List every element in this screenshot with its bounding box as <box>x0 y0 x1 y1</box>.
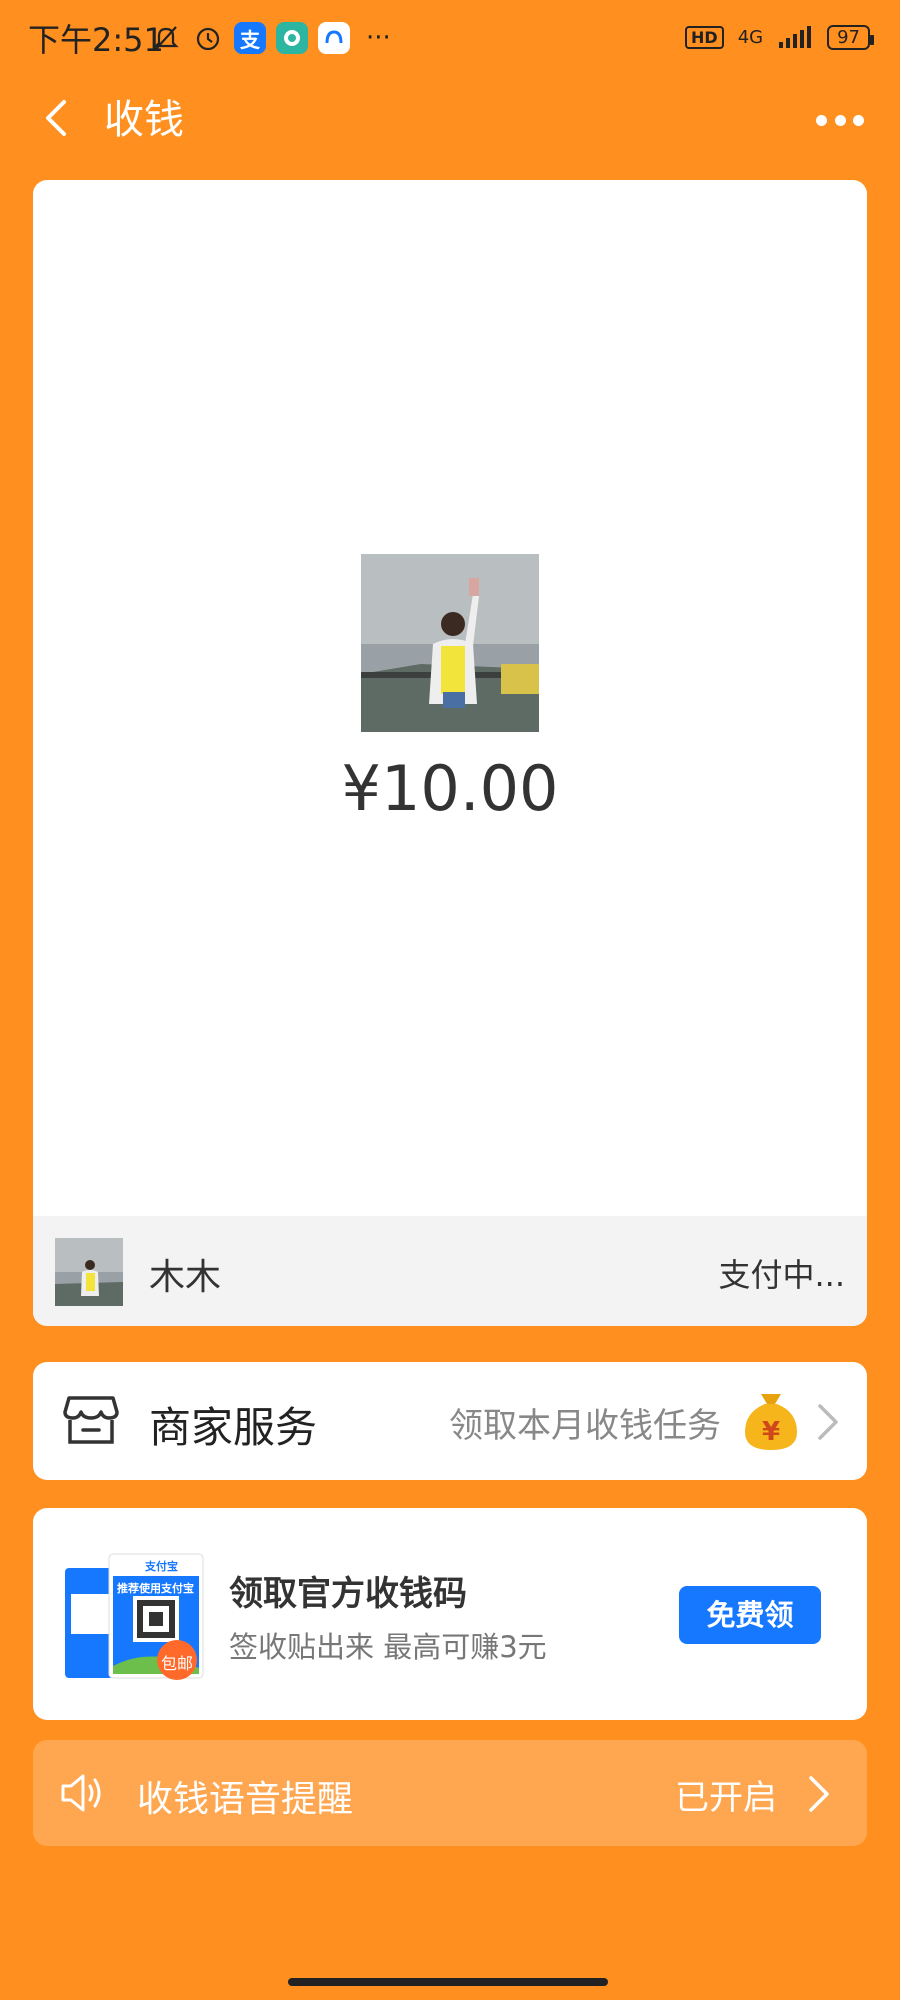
battery-indicator: 97 <box>827 24 874 50</box>
more-dot-icon <box>853 114 864 126</box>
amount-display: ¥10.00 <box>341 752 559 825</box>
merchant-services-title: 商家服务 <box>149 1403 318 1452</box>
status-notification-icons: 支 ··· <box>150 22 391 54</box>
merchant-services-subtitle: 领取本月收钱任务 <box>449 1406 721 1446</box>
receipt-display-area: ¥10.00 <box>33 180 867 1216</box>
voice-reminder-status: 已开启 <box>675 1778 777 1818</box>
status-system-icons: HD 4G 97 <box>685 24 874 50</box>
voice-reminder-row[interactable]: 收钱语音提醒 已开启 <box>33 1740 867 1846</box>
more-dot-icon <box>834 114 846 126</box>
merchant-services-row[interactable]: 商家服务 领取本月收钱任务 ¥ <box>33 1362 867 1480</box>
store-icon <box>63 1396 119 1444</box>
chevron-right-icon <box>818 1404 838 1440</box>
more-notifications-icon: ··· <box>366 23 391 53</box>
status-bar: 下午2:51 支 ··· HD 4G 97 <box>0 0 900 80</box>
official-qr-promo-card: 支付宝 推荐使用支付宝 包邮 领取官方收钱码 签收贴出来 最高可赚3元 免费领 <box>33 1508 867 1720</box>
payer-avatar <box>55 1238 123 1306</box>
more-dot-icon <box>816 114 827 126</box>
page-title: 收钱 <box>104 97 184 143</box>
payment-status: 支付中... <box>718 1256 845 1294</box>
qr-stand-heading: 推荐使用支付宝 <box>117 1582 194 1595</box>
promo-subtitle: 签收贴出来 最高可赚3元 <box>229 1630 547 1664</box>
payer-row: 木木 支付中... <box>33 1216 867 1326</box>
payer-name: 木木 <box>149 1257 222 1298</box>
app-notification-icon <box>276 22 308 54</box>
receipt-card: ¥10.00 木木 支付中... <box>33 180 867 1326</box>
more-menu-button[interactable] <box>816 98 864 142</box>
nav-bar: 收钱 <box>0 80 900 160</box>
status-time: 下午2:51 <box>28 21 164 59</box>
promo-title: 领取官方收钱码 <box>229 1574 467 1614</box>
alarm-icon <box>192 22 224 54</box>
hd-badge: HD <box>685 25 724 49</box>
qr-stand-brand: 支付宝 <box>145 1560 178 1573</box>
back-button[interactable] <box>36 96 80 140</box>
chevron-right-icon <box>809 1776 829 1812</box>
svg-text:¥: ¥ <box>762 1417 780 1447</box>
alipay-app-icon: 支 <box>234 22 266 54</box>
voice-reminder-label: 收钱语音提醒 <box>137 1779 354 1820</box>
signal-icon <box>779 26 812 48</box>
mute-bell-icon <box>150 22 182 54</box>
money-bag-icon: ¥ <box>745 1394 797 1450</box>
free-shipping-badge: 包邮 <box>161 1654 194 1673</box>
claim-free-button[interactable]: 免费领 <box>679 1586 821 1644</box>
network-label: 4G <box>737 26 764 48</box>
home-indicator[interactable] <box>288 1978 608 1986</box>
speaker-icon <box>61 1774 101 1812</box>
browser-notification-icon <box>318 22 350 54</box>
payer-avatar-large <box>361 554 539 732</box>
